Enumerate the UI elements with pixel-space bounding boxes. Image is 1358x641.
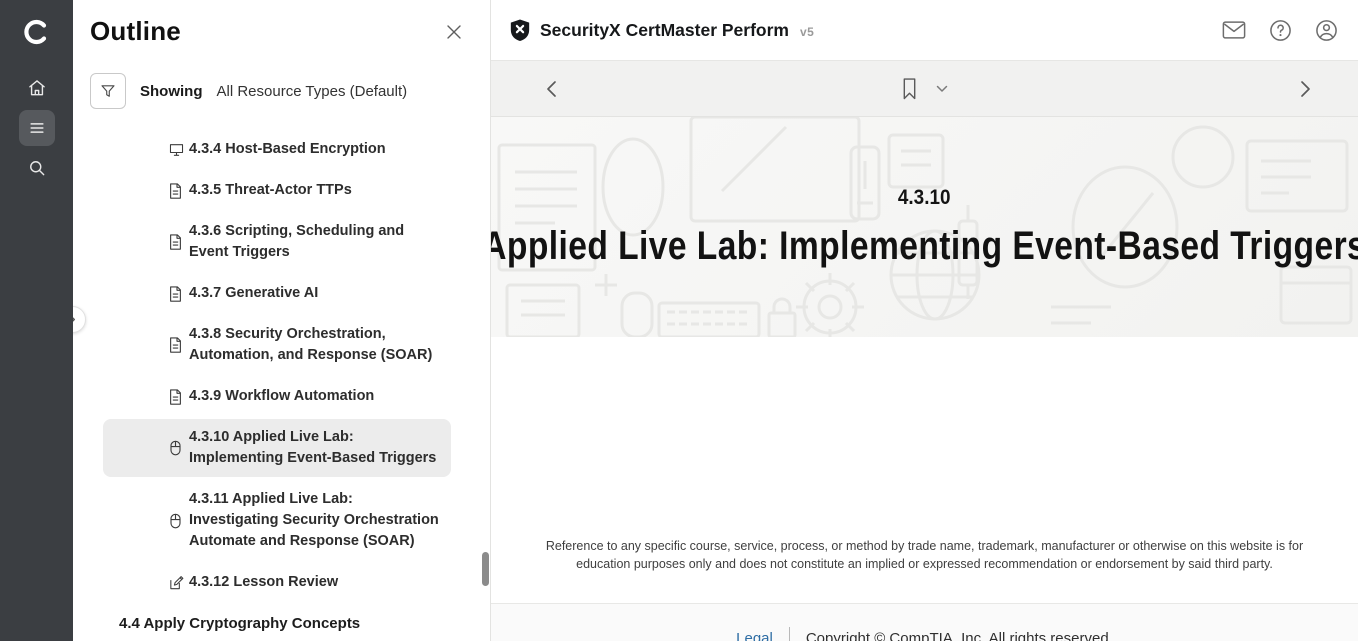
- filter-funnel-icon: [99, 82, 117, 100]
- mail-button[interactable]: [1222, 20, 1246, 40]
- app-header: SecurityX CertMaster Perform v5: [491, 0, 1358, 61]
- outline-menu-icon: [27, 118, 47, 138]
- monitor-icon: [168, 141, 185, 158]
- outline-panel: Outline Showing All Resource Types (Defa…: [73, 0, 491, 641]
- outline-item-label: 4.3.10 Applied Live Lab: Implementing Ev…: [189, 429, 436, 466]
- bookmark-menu-button[interactable]: [936, 85, 948, 93]
- help-icon: [1269, 19, 1292, 42]
- lesson-hero: 4.3.10 Applied Live Lab: Implementing Ev…: [491, 117, 1358, 337]
- chevron-left-icon: [545, 80, 559, 98]
- outline-item-selected[interactable]: 4.3.10 Applied Live Lab: Implementing Ev…: [103, 419, 451, 477]
- outline-list: 4.3.4 Host-Based Encryption 4.3.5 Threat…: [73, 131, 490, 601]
- app-version: v5: [800, 25, 814, 39]
- outline-item[interactable]: 4.3.5 Threat-Actor TTPs: [103, 172, 451, 209]
- document-icon: [168, 233, 183, 251]
- outline-item[interactable]: 4.3.11 Applied Live Lab: Investigating S…: [103, 481, 451, 560]
- outline-menu-button[interactable]: [19, 110, 55, 146]
- document-icon: [168, 182, 183, 200]
- chevron-down-icon: [936, 85, 948, 93]
- resource-filter-row: Showing All Resource Types (Default): [90, 73, 490, 109]
- home-button[interactable]: [19, 70, 55, 106]
- left-rail: [0, 0, 73, 641]
- main-area: SecurityX CertMaster Perform v5: [491, 0, 1358, 641]
- outline-item-label: 4.3.8 Security Orchestration, Automation…: [189, 326, 432, 363]
- filter-value: All Resource Types (Default): [217, 83, 408, 100]
- search-icon: [27, 158, 47, 178]
- mail-icon: [1222, 20, 1246, 40]
- mouse-icon: [168, 439, 183, 457]
- footer-divider: [789, 627, 790, 641]
- help-button[interactable]: [1269, 19, 1292, 42]
- outline-panel-title: Outline: [90, 16, 181, 47]
- bookmark-button[interactable]: [901, 77, 918, 101]
- outline-item[interactable]: 4.3.8 Security Orchestration, Automation…: [103, 316, 451, 374]
- shield-x-icon: [509, 18, 531, 42]
- outline-item-label: 4.3.11 Applied Live Lab: Investigating S…: [189, 491, 439, 549]
- edit-icon: [168, 574, 185, 591]
- lesson-body: Reference to any specific course, servic…: [491, 337, 1358, 603]
- home-icon: [27, 78, 47, 98]
- filter-button[interactable]: [90, 73, 126, 109]
- mouse-icon: [168, 512, 183, 530]
- comptia-logo: [22, 12, 52, 52]
- document-icon: [168, 285, 183, 303]
- filter-showing-label: Showing: [140, 83, 203, 100]
- bookmark-icon: [901, 77, 918, 101]
- outline-item[interactable]: 4.3.12 Lesson Review: [103, 564, 451, 601]
- account-button[interactable]: [1315, 19, 1338, 42]
- outline-section-4-4[interactable]: 4.4 Apply Cryptography Concepts: [119, 615, 490, 632]
- outline-item[interactable]: 4.3.9 Workflow Automation: [103, 378, 451, 415]
- close-outline-button[interactable]: [440, 18, 468, 46]
- copyright-text: Copyright © CompTIA, Inc. All rights res…: [806, 630, 1113, 641]
- outline-item-label: 4.3.7 Generative AI: [189, 285, 318, 301]
- outline-item-label: 4.3.12 Lesson Review: [189, 574, 338, 590]
- outline-item[interactable]: 4.3.6 Scripting, Scheduling and Event Tr…: [103, 213, 451, 271]
- comptia-c-icon: [22, 17, 52, 47]
- outline-item[interactable]: 4.3.7 Generative AI: [103, 275, 451, 312]
- page-footer: Legal Copyright © CompTIA, Inc. All righ…: [491, 603, 1358, 641]
- previous-lesson-button[interactable]: [539, 74, 565, 104]
- lesson-number: 4.3.10: [898, 186, 951, 210]
- legal-link[interactable]: Legal: [736, 630, 773, 641]
- brand: SecurityX CertMaster Perform v5: [509, 18, 814, 42]
- outline-item-label: 4.3.6 Scripting, Scheduling and Event Tr…: [189, 223, 404, 260]
- outline-item-label: 4.3.5 Threat-Actor TTPs: [189, 182, 352, 198]
- app-title: SecurityX CertMaster Perform: [540, 20, 789, 41]
- close-icon: [444, 22, 464, 42]
- lesson-title: Applied Live Lab: Implementing Event-Bas…: [491, 224, 1358, 269]
- document-icon: [168, 388, 183, 406]
- outline-item-label: 4.3.9 Workflow Automation: [189, 388, 374, 404]
- outline-scrollbar-thumb[interactable]: [482, 552, 489, 586]
- lesson-navbar: [491, 61, 1358, 117]
- outline-item[interactable]: 4.3.4 Host-Based Encryption: [103, 131, 451, 168]
- document-icon: [168, 336, 183, 354]
- disclaimer-text: Reference to any specific course, servic…: [530, 537, 1320, 573]
- chevron-right-icon: [1298, 80, 1312, 98]
- outline-item-label: 4.3.4 Host-Based Encryption: [189, 141, 386, 157]
- account-icon: [1315, 19, 1338, 42]
- search-button[interactable]: [19, 150, 55, 186]
- next-lesson-button[interactable]: [1292, 74, 1318, 104]
